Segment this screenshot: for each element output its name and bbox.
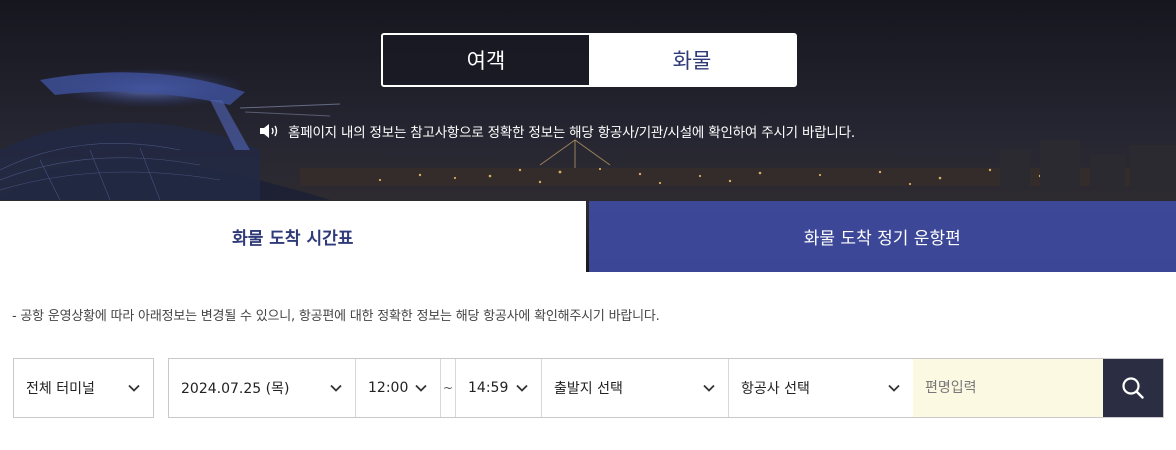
origin-select[interactable]: 출발지 선택: [542, 359, 728, 417]
date-select[interactable]: 2024.07.25 (목): [169, 359, 355, 417]
tab-cargo-arrival-regular-flights[interactable]: 화물 도착 정기 운항편: [588, 201, 1176, 272]
search-icon: [1122, 377, 1144, 399]
notice-banner: 홈페이지 내의 정보는 참고사항으로 정확한 정보는 해당 항공사/기관/시설에…: [258, 121, 855, 141]
terminal-select-label: 전체 터미널: [26, 381, 95, 397]
date-select-label: 2024.07.25 (목): [181, 381, 290, 397]
time-to-select[interactable]: 14:59: [456, 359, 541, 417]
time-range-separator: ~: [443, 381, 454, 395]
chevron-down-icon: [415, 384, 427, 392]
origin-select-label: 출발지 선택: [554, 381, 623, 397]
chevron-down-icon: [888, 384, 900, 392]
tab-cargo-arrival-timetable[interactable]: 화물 도착 시간표: [0, 201, 586, 272]
search-filter-bar: 2024.07.25 (목) 12:00 ~ 14:59 출발지 선택 항공사 …: [168, 358, 1164, 418]
search-button[interactable]: [1103, 359, 1163, 417]
chevron-down-icon: [703, 384, 715, 392]
airline-select-label: 항공사 선택: [741, 381, 810, 397]
chevron-down-icon: [516, 384, 528, 392]
chevron-down-icon: [128, 384, 140, 392]
schedule-tabs: 화물 도착 시간표 화물 도착 정기 운항편: [0, 201, 1176, 272]
notice-text: 홈페이지 내의 정보는 참고사항으로 정확한 정보는 해당 항공사/기관/시설에…: [288, 125, 855, 141]
terminal-select-value[interactable]: 전체 터미널: [14, 359, 153, 417]
passenger-cargo-toggle: 여객 화물: [381, 33, 797, 87]
time-from-select[interactable]: 12:00: [356, 359, 440, 417]
cargo-toggle-button[interactable]: 화물: [589, 35, 795, 85]
time-from-label: 12:00: [368, 380, 409, 396]
passenger-toggle-button[interactable]: 여객: [383, 35, 589, 85]
airline-select[interactable]: 항공사 선택: [729, 359, 913, 417]
chevron-down-icon: [330, 384, 342, 392]
flight-number-input[interactable]: [913, 359, 1103, 417]
speaker-icon: [260, 124, 278, 138]
time-to-label: 14:59: [468, 380, 509, 396]
divider: [440, 359, 441, 417]
info-text: - 공항 운영상황에 따라 아래정보는 변경될 수 있으니, 항공편에 대한 정…: [12, 309, 660, 324]
terminal-select[interactable]: 전체 터미널: [13, 358, 154, 418]
